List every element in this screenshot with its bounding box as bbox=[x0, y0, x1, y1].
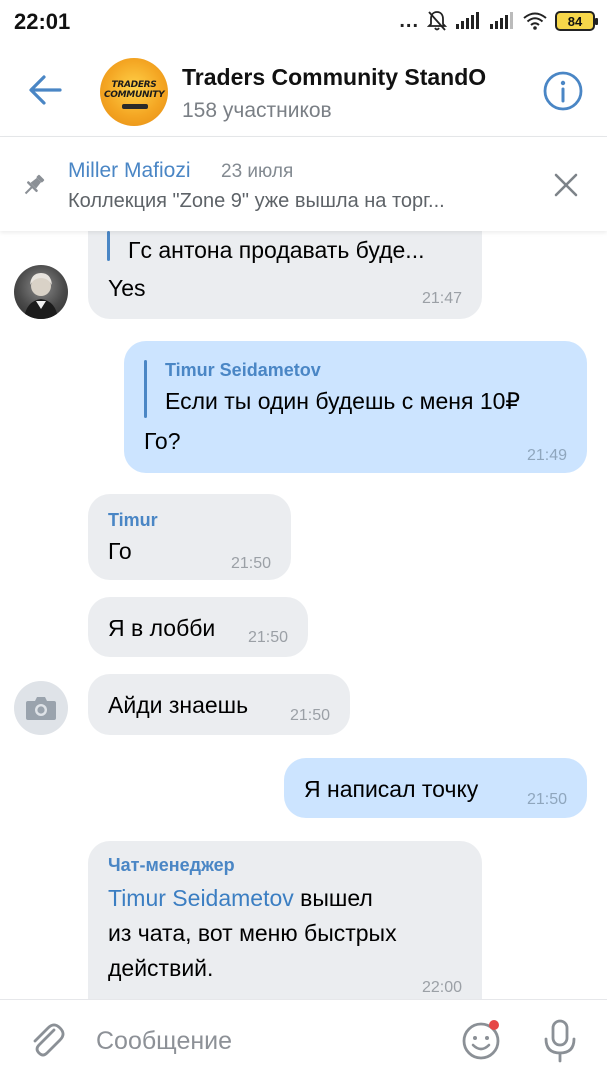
message-time: 21:49 bbox=[526, 447, 567, 464]
sender-avatar[interactable] bbox=[14, 681, 68, 735]
message-bubble[interactable]: Timur Го 21:50 bbox=[88, 494, 291, 580]
message-bubble[interactable]: Айди знаешь 21:50 bbox=[88, 674, 350, 735]
message-text: Го? bbox=[144, 428, 181, 454]
microphone-icon[interactable] bbox=[540, 1018, 580, 1064]
message-bubble[interactable]: Чат-менеджер Timur Seidametov вышел из ч… bbox=[88, 841, 482, 999]
signal-icon-2 bbox=[490, 12, 513, 29]
close-icon[interactable] bbox=[552, 171, 580, 199]
battery-level: 84 bbox=[567, 13, 583, 29]
message-input[interactable] bbox=[96, 1020, 436, 1062]
user-link[interactable]: Timur Seidametov bbox=[108, 885, 294, 911]
avatar-strip bbox=[122, 104, 148, 109]
status-icons: ... 84 bbox=[399, 10, 598, 32]
camera-icon bbox=[26, 697, 56, 720]
message-bubble[interactable]: Я в лобби 21:50 bbox=[88, 597, 308, 657]
paperclip-icon[interactable] bbox=[26, 1020, 68, 1062]
message-bubble[interactable]: Гс антона продавать буде... Yes 21:47 bbox=[88, 231, 482, 319]
quote-name: Timur Seidametov bbox=[165, 360, 321, 380]
chat-title[interactable]: Traders Community StandO bbox=[182, 64, 520, 91]
message-time: 21:50 bbox=[247, 629, 288, 646]
message-time: 21:47 bbox=[421, 290, 462, 307]
message-bubble[interactable]: Timur Seidametov Если ты один будешь с м… bbox=[124, 341, 587, 473]
battery-icon: 84 bbox=[555, 11, 598, 31]
chat-avatar[interactable]: TRADERS COMMUNITY bbox=[100, 58, 168, 126]
sender-avatar[interactable] bbox=[14, 265, 68, 319]
message-time: 21:50 bbox=[289, 707, 330, 724]
message-text: Я написал точку bbox=[304, 776, 479, 802]
back-arrow-icon[interactable] bbox=[20, 68, 68, 112]
quote-text: Если ты один будешь с меня 10₽ bbox=[165, 388, 521, 414]
message-time: 22:00 bbox=[421, 979, 462, 996]
more-notifications-indicator: ... bbox=[399, 10, 419, 32]
quote-bar bbox=[144, 360, 147, 418]
message-list[interactable]: Гс антона продавать буде... Yes 21:47 Ti… bbox=[0, 231, 607, 999]
person-silhouette-icon bbox=[24, 273, 58, 319]
pin-icon bbox=[24, 174, 45, 195]
pinned-author: Miller Mafiozi bbox=[68, 159, 191, 182]
message-bubble[interactable]: Я написал точку 21:50 bbox=[284, 758, 587, 818]
status-bar: 22:01 ... 84 bbox=[0, 0, 607, 44]
message-text: Timur Seidametov вышел из чата, вот меню… bbox=[108, 885, 397, 981]
signal-icon-1 bbox=[456, 12, 479, 29]
notification-dot bbox=[489, 1020, 499, 1030]
message-composer bbox=[0, 999, 607, 1080]
chat-header: TRADERS COMMUNITY Traders Community Stan… bbox=[0, 44, 607, 136]
pinned-date: 23 июля bbox=[221, 161, 294, 182]
pinned-message[interactable]: Miller Mafiozi 23 июля Коллекция "Zone 9… bbox=[0, 137, 607, 231]
sender-name: Timur bbox=[108, 510, 158, 530]
status-time: 22:01 bbox=[14, 9, 71, 34]
mute-bell-icon bbox=[427, 11, 447, 31]
pinned-text: Коллекция "Zone 9" уже вышла на торг... bbox=[68, 190, 445, 212]
message-text: Yes bbox=[108, 275, 146, 301]
sender-name: Чат-менеджер bbox=[108, 855, 235, 875]
avatar-logo: TRADERS COMMUNITY bbox=[104, 80, 165, 100]
info-icon[interactable] bbox=[542, 70, 584, 112]
wifi-icon bbox=[523, 12, 547, 30]
message-text: Го bbox=[108, 538, 132, 564]
quote-bar bbox=[107, 231, 110, 261]
message-text: Айди знаешь bbox=[108, 692, 249, 718]
sticker-icon[interactable] bbox=[460, 1018, 504, 1062]
message-time: 21:50 bbox=[230, 555, 271, 572]
message-time: 21:50 bbox=[526, 791, 567, 808]
quote-text: Гс антона продавать буде... bbox=[128, 237, 425, 263]
member-count: 158 участников bbox=[182, 99, 332, 122]
message-text: Я в лобби bbox=[108, 615, 216, 641]
